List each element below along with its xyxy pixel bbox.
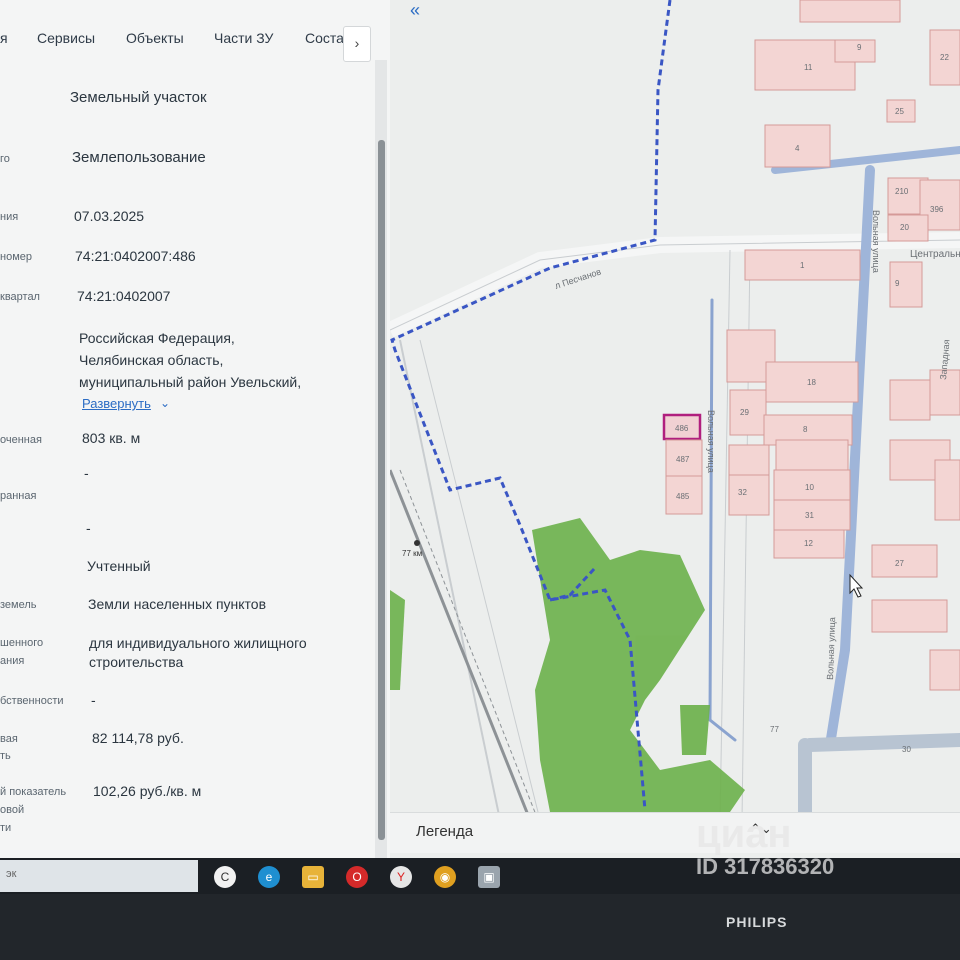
- area-value: 803 кв. м: [82, 430, 141, 446]
- parcel-number: 485: [676, 492, 690, 501]
- parcel-number: 31: [805, 511, 814, 520]
- parcel-number: 8: [803, 425, 808, 434]
- parcel-number: 22: [940, 53, 949, 62]
- permitted-use-line: строительства: [89, 654, 184, 670]
- km-label: 77 км: [402, 549, 422, 558]
- chevron-down-icon[interactable]: ⌄: [160, 396, 170, 410]
- address-line: Челябинская область,: [79, 352, 224, 368]
- parcel-number: 27: [895, 559, 904, 568]
- field-value-empty: -: [86, 520, 91, 536]
- object-type-value: Земельный участок: [70, 89, 207, 106]
- cadastral-quarter-value: 74:21:0402007: [77, 288, 171, 304]
- ownership-value: -: [91, 692, 96, 708]
- parcel-number: 32: [738, 488, 747, 497]
- cadastral-number-value: 74:21:0402007:486: [75, 248, 196, 264]
- legend-label: Легенда: [416, 823, 474, 840]
- field-label: го: [0, 153, 10, 165]
- file-explorer-icon[interactable]: ▭: [302, 866, 324, 888]
- object-kind-value: Землепользование: [72, 149, 206, 166]
- field-label: номер: [0, 251, 32, 263]
- address-value: Российская Федерация, Челябинская област…: [79, 327, 301, 393]
- panel-tabs: я Сервисы Объекты Части ЗУ Соста: [0, 18, 375, 64]
- tabs-scroll-right-button[interactable]: ›: [343, 26, 371, 62]
- land-category-value: Земли населенных пунктов: [88, 596, 267, 612]
- permitted-use-line: для индивидуального жилищного: [89, 635, 307, 651]
- object-info-panel: я Сервисы Объекты Части ЗУ Соста › Земел…: [0, 0, 391, 858]
- parcel-number: 18: [807, 378, 816, 387]
- opera-browser-icon[interactable]: O: [346, 866, 368, 888]
- edge-browser-icon[interactable]: e: [258, 866, 280, 888]
- cadastral-value: 82 114,78 руб.: [92, 730, 184, 746]
- parcel-number: 77: [770, 725, 779, 734]
- field-value-empty: -: [84, 465, 89, 481]
- parcel-number: 20: [900, 223, 909, 232]
- watermark-logo: циан: [696, 812, 792, 856]
- app-window-icon[interactable]: ▣: [478, 866, 500, 888]
- parcel-number: 4: [795, 144, 800, 153]
- search-hint: эк: [6, 868, 17, 880]
- tab-services[interactable]: Сервисы: [37, 30, 95, 46]
- chrome-browser-icon[interactable]: ◉: [434, 866, 456, 888]
- watermark-id: ID 317836320: [696, 854, 835, 879]
- status-value: Учтенный: [87, 558, 151, 574]
- parcel-number: 9: [895, 279, 900, 288]
- field-label: вая: [0, 733, 18, 745]
- parcel-number: 210: [895, 187, 909, 196]
- street-label: Центральн: [910, 249, 960, 260]
- field-label: ть: [0, 750, 11, 762]
- yandex-browser-icon[interactable]: Y: [390, 866, 412, 888]
- parcel-number: 9: [857, 43, 862, 52]
- taskbar-search-box[interactable]: эк: [0, 860, 198, 892]
- tab-info[interactable]: я: [0, 30, 8, 46]
- field-label: й показатель: [0, 786, 67, 798]
- registration-date-value: 07.03.2025: [74, 208, 145, 224]
- tab-objects[interactable]: Объекты: [126, 30, 184, 46]
- parcel-number: 396: [930, 205, 944, 214]
- address-line: муниципальный район Увельский,: [79, 374, 302, 390]
- roads: [390, 232, 960, 821]
- field-label: овой: [0, 804, 25, 816]
- expand-address-link[interactable]: Развернуть: [82, 396, 151, 411]
- permitted-use-value: для индивидуального жилищного строительс…: [89, 634, 307, 672]
- map-canvas[interactable]: л Песчанов Вольная улица Вольная улица В…: [390, 0, 960, 858]
- parcel-number: 29: [740, 408, 749, 417]
- street-label: Вольная улица: [706, 410, 716, 473]
- field-label: ранная: [0, 490, 37, 502]
- parcel-number: 1: [800, 261, 805, 270]
- street-label: Вольная улица: [871, 210, 881, 273]
- parcel-number: 487: [676, 455, 690, 464]
- field-label: оченная: [0, 434, 42, 446]
- tab-composition[interactable]: Соста: [305, 30, 344, 46]
- monitor-brand-logo: PHILIPS: [726, 914, 788, 930]
- field-label: ния: [0, 211, 19, 223]
- parcel-number: 30: [902, 745, 911, 754]
- parcel-number: 12: [804, 539, 813, 548]
- field-label: ти: [0, 822, 12, 834]
- specific-value: 102,26 руб./кв. м: [93, 783, 202, 799]
- collapse-panel-button[interactable]: «: [400, 0, 430, 22]
- tab-parcel-parts[interactable]: Части ЗУ: [214, 30, 273, 46]
- field-label: ания: [0, 655, 25, 667]
- field-label: квартал: [0, 291, 40, 303]
- street-label: Вольная улица: [825, 617, 837, 680]
- map-legend-bar[interactable]: Легенда ⌃⌄: [390, 812, 960, 853]
- parcel-number: 25: [895, 107, 904, 116]
- address-line: Российская Федерация,: [79, 330, 235, 346]
- screen: я Сервисы Объекты Части ЗУ Соста › Земел…: [0, 0, 960, 858]
- field-label: земель: [0, 599, 37, 611]
- parcels: [662, 0, 960, 691]
- field-label: бственности: [0, 695, 64, 707]
- field-label: шенного: [0, 637, 44, 649]
- cadastral-map[interactable]: л Песчанов Вольная улица Вольная улица В…: [390, 0, 960, 858]
- street-label: л Песчанов: [554, 266, 603, 290]
- green-areas: [390, 518, 745, 812]
- monitor-bezel: PHILIPS: [0, 894, 960, 960]
- km-marker-dot: [414, 540, 420, 546]
- ccleaner-icon[interactable]: C: [214, 866, 236, 888]
- parcel-number: 11: [804, 63, 813, 72]
- parcel-number: 10: [805, 483, 814, 492]
- map-labels: л Песчанов Вольная улица Вольная улица В…: [402, 43, 960, 754]
- panel-scrollbar-thumb[interactable]: [378, 140, 385, 840]
- parcel-number: 486: [675, 424, 689, 433]
